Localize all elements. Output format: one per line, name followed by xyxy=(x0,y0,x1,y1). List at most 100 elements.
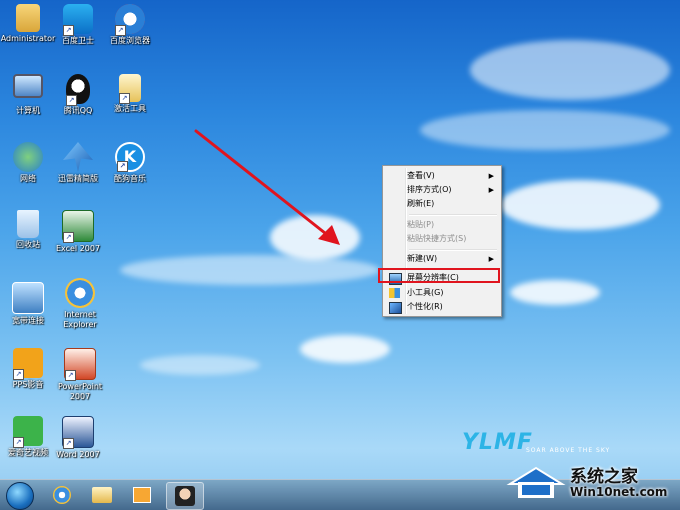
menu-item-label: 粘贴快捷方式(S) xyxy=(407,234,467,243)
desktop-icon-label: PowerPoint 2007 xyxy=(57,382,103,401)
shortcut-arrow-icon: ↗ xyxy=(63,232,74,243)
desktop-icon-label: 网络 xyxy=(20,174,36,183)
desktop-icon-broadband[interactable]: 宽带连接 xyxy=(0,282,56,326)
pps-icon: ↗ xyxy=(13,348,43,380)
internet-explorer-icon xyxy=(65,278,95,308)
media-player-icon xyxy=(133,487,151,503)
taskbar-media-player[interactable] xyxy=(124,482,160,508)
submenu-arrow-icon: ▶ xyxy=(488,255,494,263)
submenu-arrow-icon: ▶ xyxy=(488,172,494,180)
cloud xyxy=(120,255,380,285)
desktop-icon-baidu-guard[interactable]: ↗ 百度卫士 xyxy=(50,4,106,46)
shortcut-arrow-icon: ↗ xyxy=(115,25,126,36)
submenu-arrow-icon: ▶ xyxy=(488,186,494,194)
ylmf-watermark: YLMF SOAR ABOVE THE SKY xyxy=(462,430,672,460)
desktop-icon-label: 腾讯QQ xyxy=(63,106,93,115)
folder-icon: ↗ xyxy=(119,74,141,104)
shortcut-arrow-icon: ↗ xyxy=(66,95,77,106)
recycle-bin-icon xyxy=(17,210,39,238)
menu-item-label: 小工具(G) xyxy=(407,288,444,297)
cloud xyxy=(510,280,600,305)
desktop-context-menu: 查看(V) ▶ 排序方式(O) ▶ 刷新(E) 粘贴(P) 粘贴快捷方式(S) … xyxy=(382,165,502,317)
menu-item-label: 排序方式(O) xyxy=(407,185,452,194)
desktop-icon-administrator[interactable]: Administrator xyxy=(0,4,56,44)
desktop-icon-label: Administrator xyxy=(0,34,56,43)
shortcut-arrow-icon: ↗ xyxy=(117,161,128,172)
shortcut-arrow-icon: ↗ xyxy=(65,370,76,381)
broadband-icon xyxy=(12,282,44,314)
menu-item-label: 查看(V) xyxy=(407,171,435,180)
desktop-icon-network[interactable]: 网络 xyxy=(0,142,56,184)
site-logo: 系统之家 Win10net.com xyxy=(506,462,674,502)
shortcut-arrow-icon: ↗ xyxy=(63,438,74,449)
menu-separator xyxy=(409,249,497,251)
user-photo-icon xyxy=(175,486,195,506)
desktop-icon-kugou[interactable]: K ↗ 酷狗音乐 xyxy=(102,142,158,184)
ylmf-slogan: SOAR ABOVE THE SKY xyxy=(526,447,611,454)
desktop-icon-internet-explorer[interactable]: Internet Explorer xyxy=(52,278,108,330)
menu-item-refresh[interactable]: 刷新(E) xyxy=(385,197,499,211)
desktop-icon-label: 激活工具 xyxy=(114,104,146,113)
shortcut-arrow-icon: ↗ xyxy=(63,25,74,36)
gadgets-icon xyxy=(389,288,400,298)
cloud xyxy=(420,110,670,150)
iqiyi-icon: ↗ xyxy=(13,416,43,448)
desktop-icon-label: 计算机 xyxy=(16,106,40,115)
desktop-icon-xunlei[interactable]: 迅雷精简版 xyxy=(50,142,106,184)
desktop-icon-label: 宽带连接 xyxy=(12,316,44,325)
desktop-icon-label: 爱奇艺视频 xyxy=(8,448,48,457)
desktop-icon-label: 百度卫士 xyxy=(62,36,94,45)
site-logo-url: Win10net.com xyxy=(570,485,668,499)
desktop-icon-baidu-browser[interactable]: ↗ 百度浏览器 xyxy=(102,4,158,46)
excel-icon: ↗ xyxy=(62,210,94,243)
kugou-icon: K ↗ xyxy=(115,142,145,172)
shortcut-arrow-icon: ↗ xyxy=(13,437,24,448)
xunlei-bird-icon xyxy=(63,142,93,172)
menu-item-label: 新建(W) xyxy=(407,254,438,263)
taskbar-internet-explorer[interactable] xyxy=(44,482,80,508)
computer-icon xyxy=(13,74,43,98)
menu-item-paste[interactable]: 粘贴(P) xyxy=(385,218,499,232)
shortcut-arrow-icon: ↗ xyxy=(13,369,24,380)
menu-item-label: 个性化(R) xyxy=(407,302,443,311)
desktop-icon-label: 迅雷精简版 xyxy=(58,174,98,183)
desktop-icon-word[interactable]: ↗ Word 2007 xyxy=(50,416,106,460)
menu-item-sort-by[interactable]: 排序方式(O) ▶ xyxy=(385,183,499,197)
desktop-icon-label: 回收站 xyxy=(16,240,40,249)
taskbar-user-app[interactable] xyxy=(166,482,204,510)
desktop-icon-qq[interactable]: ↗ 腾讯QQ xyxy=(50,74,106,116)
baidu-browser-icon: ↗ xyxy=(115,4,145,36)
cloud xyxy=(300,335,390,363)
desktop-icon-pps[interactable]: ↗ PPS影音 xyxy=(0,348,56,390)
menu-item-gadgets[interactable]: 小工具(G) xyxy=(385,286,499,300)
desktop-icon-powerpoint[interactable]: ↗ PowerPoint 2007 xyxy=(52,348,108,402)
desktop-icon-iqiyi[interactable]: ↗ 爱奇艺视频 xyxy=(0,416,56,458)
annotation-arrow xyxy=(194,129,340,245)
user-folder-icon xyxy=(16,4,40,32)
folder-icon xyxy=(92,487,112,503)
desktop-icon-excel[interactable]: ↗ Excel 2007 xyxy=(50,210,106,254)
start-button[interactable] xyxy=(6,482,34,510)
ylmf-logo-text: YLMF xyxy=(462,430,533,455)
desktop-icon-computer[interactable]: 计算机 xyxy=(0,74,56,116)
desktop-icon-activation-tool[interactable]: ↗ 激活工具 xyxy=(102,74,158,114)
desktop-icon-recycle-bin[interactable]: 回收站 xyxy=(0,210,56,250)
menu-item-new[interactable]: 新建(W) ▶ xyxy=(385,252,499,266)
menu-separator xyxy=(409,214,497,216)
desktop-icon-label: Excel 2007 xyxy=(55,244,101,253)
shortcut-arrow-icon: ↗ xyxy=(119,93,130,104)
menu-item-view[interactable]: 查看(V) ▶ xyxy=(385,169,499,183)
network-icon xyxy=(13,142,43,172)
menu-item-personalize[interactable]: 个性化(R) xyxy=(385,300,499,314)
word-icon: ↗ xyxy=(62,416,94,449)
powerpoint-icon: ↗ xyxy=(64,348,96,381)
desktop-icon-label: 酷狗音乐 xyxy=(114,174,146,183)
baidu-guard-icon: ↗ xyxy=(63,4,93,36)
cloud xyxy=(470,40,670,100)
personalize-icon xyxy=(389,302,402,314)
taskbar-explorer[interactable] xyxy=(84,482,120,508)
menu-item-paste-shortcut[interactable]: 粘贴快捷方式(S) xyxy=(385,232,499,246)
menu-item-label: 刷新(E) xyxy=(407,199,435,208)
desktop-icon-label: Internet Explorer xyxy=(63,310,97,329)
cloud xyxy=(500,180,660,230)
